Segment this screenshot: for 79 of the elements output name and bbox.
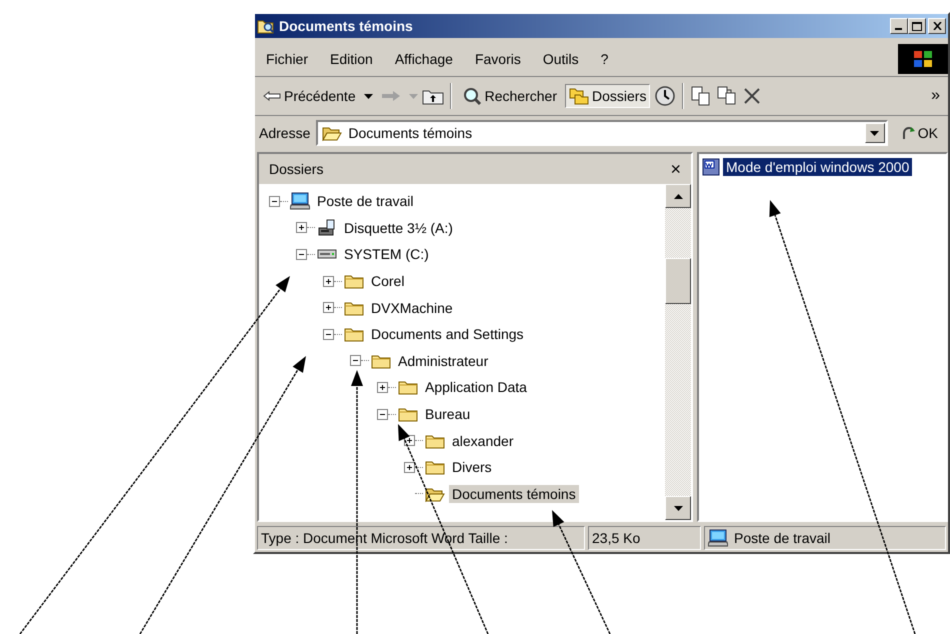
close-icon: [932, 22, 942, 30]
pane-title: Dossiers: [269, 161, 324, 177]
forward-arrow-icon: [380, 90, 401, 102]
collapse-toggle[interactable]: [296, 248, 307, 260]
tree-item[interactable]: alexander: [449, 432, 516, 450]
back-button[interactable]: Précédente: [259, 85, 360, 107]
expand-toggle[interactable]: [323, 302, 334, 314]
menu-item[interactable]: Edition: [319, 51, 384, 67]
computer-icon: [290, 192, 310, 210]
dropdown-caret-icon[interactable]: [870, 130, 880, 136]
more-button[interactable]: »: [931, 87, 944, 105]
collapse-toggle[interactable]: [377, 408, 388, 420]
folder-icon: [344, 300, 364, 316]
scroll-up-icon[interactable]: [674, 194, 682, 198]
move-to-icon[interactable]: [690, 85, 712, 107]
tree-item[interactable]: Divers: [449, 458, 495, 476]
go-arrow-icon: [902, 126, 916, 140]
menu-item[interactable]: Outils: [532, 51, 590, 67]
address-label: Adresse: [259, 125, 310, 141]
folder-search-icon: [257, 18, 275, 34]
floppy-drive-icon: [317, 218, 337, 237]
expand-toggle[interactable]: [296, 222, 307, 234]
menu-item[interactable]: ?: [590, 51, 620, 67]
copy-to-icon[interactable]: [716, 85, 738, 107]
close-button[interactable]: [928, 18, 946, 34]
scrollbar[interactable]: [665, 184, 691, 520]
scroll-down-icon[interactable]: [674, 506, 682, 510]
delete-icon[interactable]: [742, 86, 762, 106]
history-icon[interactable]: [654, 85, 676, 107]
menu-item[interactable]: Fichier: [255, 51, 320, 67]
tree-item[interactable]: Documents and Settings: [368, 325, 527, 344]
tree-item[interactable]: Bureau: [422, 405, 474, 424]
folders-button[interactable]: Dossiers: [564, 84, 650, 108]
collapse-toggle[interactable]: [350, 355, 361, 366]
computer-icon: [708, 529, 728, 547]
collapse-toggle[interactable]: [323, 328, 334, 340]
window-title: Documents témoins: [279, 18, 414, 34]
folder-icon: [371, 352, 391, 369]
tree-item[interactable]: DVXMachine: [368, 298, 456, 317]
open-folder-icon: [322, 125, 342, 141]
collapse-toggle[interactable]: [269, 196, 280, 207]
go-button[interactable]: OK: [894, 125, 944, 141]
expand-toggle[interactable]: [377, 382, 388, 393]
expand-toggle[interactable]: [323, 276, 334, 287]
folders-icon: [568, 87, 589, 105]
caret-icon[interactable]: [364, 94, 373, 98]
menu-item[interactable]: Affichage: [384, 51, 464, 67]
tree-item[interactable]: Corel: [368, 272, 408, 290]
tree-item[interactable]: Documents témoins: [449, 484, 579, 503]
folder-icon: [425, 459, 445, 476]
address-field[interactable]: Documents témoins: [316, 120, 888, 146]
maximize-icon: [912, 22, 922, 30]
search-button[interactable]: Rechercher: [458, 83, 561, 109]
folder-icon: [425, 432, 445, 449]
back-arrow-icon: [263, 91, 281, 101]
minimize-button[interactable]: [890, 18, 908, 34]
status-type: Type : Document Microsoft Word Taille :: [257, 526, 585, 550]
tree-item[interactable]: Poste de travail: [314, 192, 416, 210]
folder-icon: [344, 326, 364, 342]
tree-item[interactable]: Application Data: [422, 378, 530, 396]
folder-icon: [344, 273, 364, 290]
tree-item[interactable]: SYSTEM (C:): [341, 245, 432, 264]
hard-drive-icon: [317, 248, 337, 260]
status-zone: Poste de travail: [734, 530, 830, 546]
file-item[interactable]: Mode d'emploi windows 2000: [723, 158, 912, 176]
status-size: 23,5 Ko: [588, 526, 701, 550]
tree-item[interactable]: Disquette 3½ (A:): [341, 218, 456, 237]
open-folder-icon: [425, 486, 445, 502]
folder-icon: [398, 379, 418, 396]
menu-item[interactable]: Favoris: [464, 51, 532, 67]
search-icon: [462, 86, 482, 106]
expand-toggle[interactable]: [404, 462, 415, 473]
folder-icon: [398, 406, 418, 422]
maximize-button[interactable]: [908, 18, 926, 34]
tree-item[interactable]: Administrateur: [395, 352, 492, 370]
logo-icon: [913, 50, 933, 68]
scroll-thumb[interactable]: [665, 258, 691, 304]
document-icon: [701, 158, 721, 176]
close-pane-button[interactable]: ×: [670, 158, 681, 180]
